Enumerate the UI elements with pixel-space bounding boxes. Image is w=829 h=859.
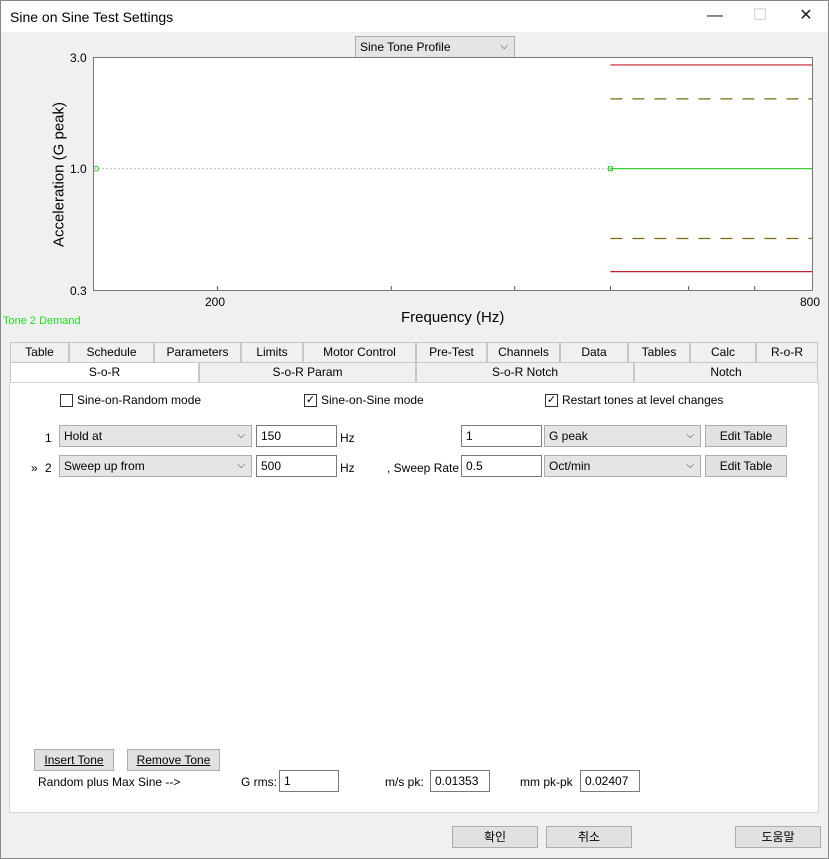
tone-number: 1 (45, 431, 52, 445)
tone-unit-value: G peak (549, 429, 588, 443)
dialog-window: Sine on Sine Test Settings — ☐ ✕ Sine To… (0, 0, 829, 859)
grms-label: G rms: (241, 775, 277, 789)
tone-mode-select[interactable]: Hold at ⌵ (59, 425, 252, 447)
chevron-down-icon: ⌵ (686, 460, 694, 471)
tone-unit-select[interactable]: Oct/min ⌵ (544, 455, 701, 477)
y-tick-label: 1.0 (70, 162, 87, 176)
tone-number: 2 (45, 461, 52, 475)
chevron-down-icon: ⌵ (500, 41, 508, 52)
mm-pkpk-label: mm pk-pk (520, 775, 573, 789)
y-tick-label: 3.0 (70, 51, 87, 65)
checkbox-label: Restart tones at level changes (562, 393, 724, 407)
grms-field[interactable]: 1 (279, 770, 339, 792)
frequency-unit: Hz (340, 461, 355, 475)
x-tick-label: 800 (800, 295, 821, 309)
edit-table-button[interactable]: Edit Table (705, 455, 787, 477)
checkbox-box: ✓ (304, 393, 317, 407)
tab-data[interactable]: Data (560, 342, 628, 363)
x-tick-label: 200 (205, 295, 226, 309)
tone-value-input[interactable]: 1 (461, 425, 542, 447)
ms-pk-field[interactable]: 0.01353 (430, 770, 490, 792)
insert-tone-label: Insert Tone (44, 753, 104, 767)
chart-svg (93, 64, 812, 290)
s-o-r-panel: Sine-on-Random mode ✓ Sine-on-Sine mode … (9, 382, 819, 813)
title-bar: Sine on Sine Test Settings — ☐ ✕ (1, 1, 828, 32)
y-axis-title: Acceleration (G peak) (50, 101, 68, 248)
help-button[interactable]: 도움말 (735, 826, 821, 848)
cancel-button[interactable]: 취소 (546, 826, 632, 848)
tone-mode-value: Sweep up from (64, 459, 145, 473)
frequency-unit: Hz (340, 431, 355, 445)
ms-pk-label: m/s pk: (385, 775, 424, 789)
sine-on-random-checkbox[interactable]: Sine-on-Random mode (60, 393, 201, 407)
tab-schedule[interactable]: Schedule (69, 342, 154, 363)
tab-row-1: Table Schedule Parameters Limits Motor C… (10, 342, 818, 363)
tab-s-o-r[interactable]: S-o-R (10, 362, 199, 384)
window-title: Sine on Sine Test Settings (10, 9, 174, 25)
tone-mode-select[interactable]: Sweep up from ⌵ (59, 455, 252, 477)
sweep-rate-label: , Sweep Rate (387, 461, 460, 475)
tone-unit-select[interactable]: G peak ⌵ (544, 425, 701, 447)
profile-select-value: Sine Tone Profile (360, 40, 451, 54)
edit-table-button[interactable]: Edit Table (705, 425, 787, 447)
restart-tones-checkbox[interactable]: ✓ Restart tones at level changes (545, 393, 723, 407)
tone-unit-value: Oct/min (549, 459, 591, 473)
tab-row-2: S-o-R S-o-R Param S-o-R Notch Notch (10, 362, 818, 384)
tone-value-input[interactable]: 0.5 (461, 455, 542, 477)
tone-frequency-input[interactable]: 500 (256, 455, 337, 477)
tab-limits[interactable]: Limits (241, 342, 303, 363)
tab-s-o-r-param[interactable]: S-o-R Param (199, 362, 416, 383)
tab-pre-test[interactable]: Pre-Test (416, 342, 487, 363)
chart-area (93, 57, 813, 291)
close-button[interactable]: ✕ (783, 5, 829, 29)
tab-motor-control[interactable]: Motor Control (303, 342, 416, 363)
x-axis-title: Frequency (Hz) (401, 309, 505, 326)
tab-parameters[interactable]: Parameters (154, 342, 241, 363)
tab-calc[interactable]: Calc (690, 342, 756, 363)
checkbox-box: ✓ (545, 393, 558, 407)
mm-pkpk-field[interactable]: 0.02407 (580, 770, 640, 792)
tab-tables[interactable]: Tables (628, 342, 690, 363)
insert-tone-button[interactable]: Insert Tone (34, 749, 114, 771)
checkbox-label: Sine-on-Random mode (77, 393, 202, 407)
tone-frequency-input[interactable]: 150 (256, 425, 337, 447)
maximize-button[interactable]: ☐ (737, 5, 783, 29)
chevron-down-icon: ⌵ (686, 430, 694, 441)
tab-channels[interactable]: Channels (487, 342, 560, 363)
profile-select[interactable]: Sine Tone Profile ⌵ (355, 36, 515, 58)
remove-tone-label: Remove Tone (136, 753, 211, 767)
tab-table[interactable]: Table (10, 342, 69, 363)
sine-on-sine-checkbox[interactable]: ✓ Sine-on-Sine mode (304, 393, 424, 407)
tone-demand-legend: Tone 2 Demand (3, 315, 81, 327)
chevron-down-icon: ⌵ (237, 430, 245, 441)
remove-tone-button[interactable]: Remove Tone (127, 749, 220, 771)
y-tick-label: 0.3 (70, 284, 87, 298)
checkbox-box (60, 393, 73, 407)
tab-r-o-r[interactable]: R-o-R (756, 342, 818, 363)
ok-button[interactable]: 확인 (452, 826, 538, 848)
checkbox-label: Sine-on-Sine mode (321, 393, 424, 407)
tab-notch[interactable]: Notch (634, 362, 818, 383)
minimize-button[interactable]: — (692, 5, 738, 29)
chevron-down-icon: ⌵ (237, 460, 245, 471)
summary-label: Random plus Max Sine --> (38, 775, 181, 789)
tab-s-o-r-notch[interactable]: S-o-R Notch (416, 362, 634, 383)
tone-mode-value: Hold at (64, 429, 103, 443)
current-tone-marker: » (31, 461, 38, 475)
